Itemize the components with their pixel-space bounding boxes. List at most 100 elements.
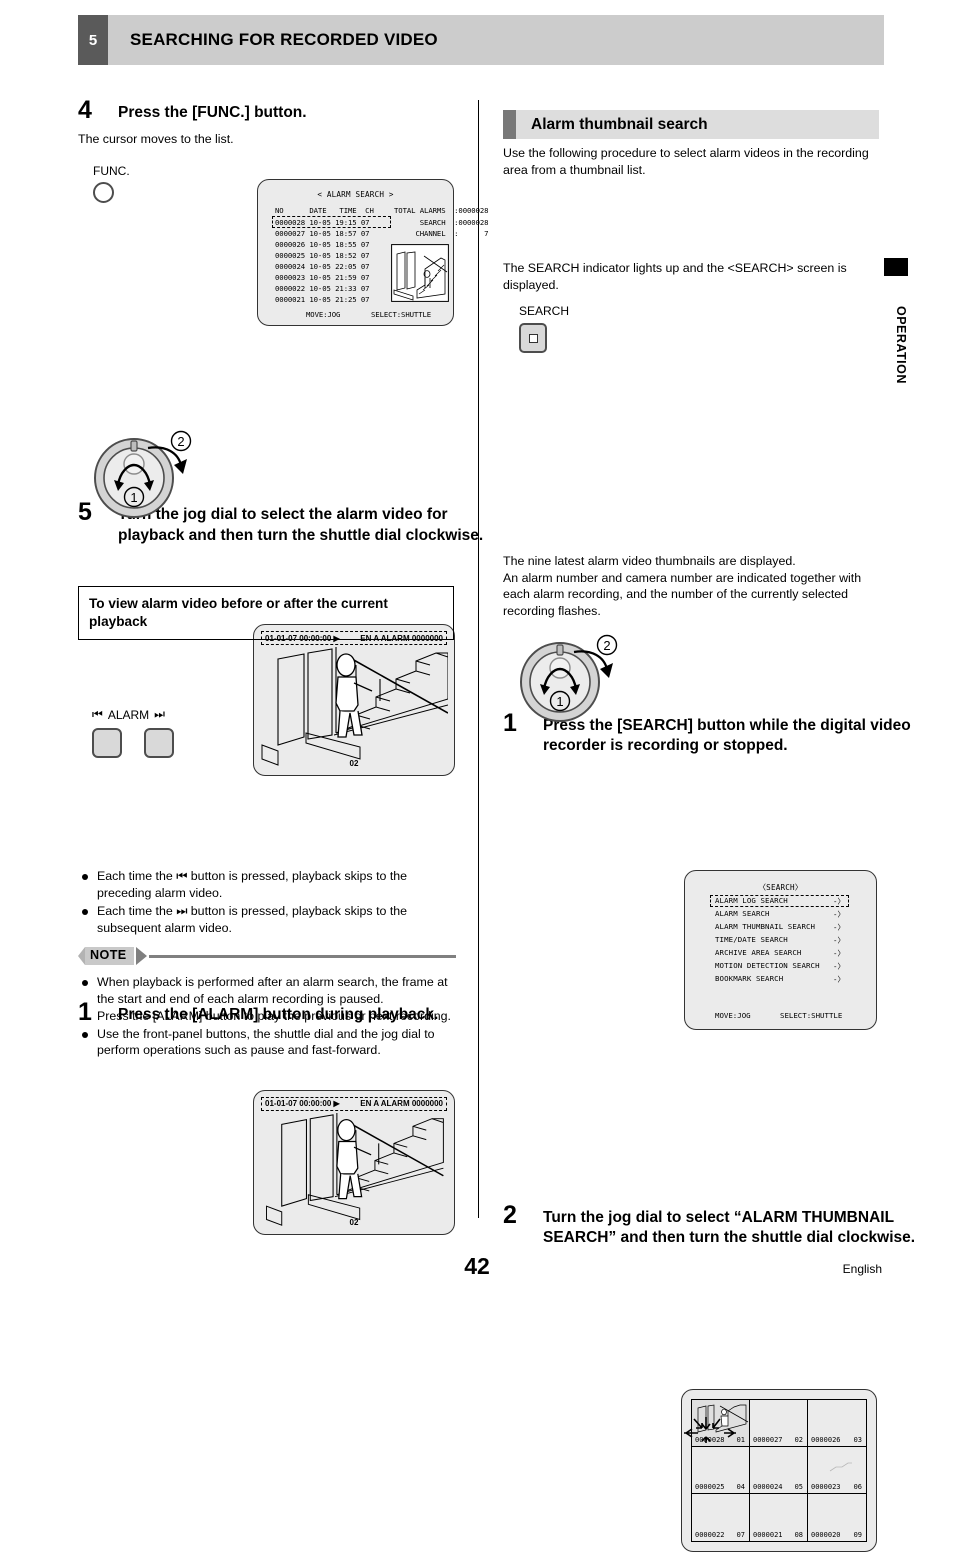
thumbnail-cell-selected[interactable]: 0000028 01 xyxy=(684,1399,750,1447)
osd-row[interactable]: 0000023 10-05 21:59 07 xyxy=(275,272,370,283)
thumbnail-grid-osd-screen: 0000028 01 0000027 02 0000026 03 0000025… xyxy=(681,1388,877,1552)
page-header: 5 SEARCHING FOR RECORDED VIDEO xyxy=(78,15,884,65)
func-button[interactable] xyxy=(93,182,114,203)
search-button-label: SEARCH xyxy=(519,304,570,318)
menu-arrow-icon: -〉 xyxy=(833,935,845,945)
osd-row[interactable]: 0000021 10-05 21:25 07 xyxy=(275,294,370,305)
thumbnail-cell[interactable]: 0000026 03 xyxy=(808,1400,866,1447)
thumbnail-cell[interactable]: 0000023 06 xyxy=(808,1447,866,1494)
note-right-arrow-icon xyxy=(135,947,147,965)
thumbnail-cell[interactable]: 0000022 07 xyxy=(692,1493,750,1541)
thumbnail-cell[interactable]: 0000025 04 xyxy=(692,1446,750,1494)
side-tab-marker xyxy=(884,258,908,276)
subsection-box: To view alarm video before or after the … xyxy=(78,586,454,641)
list-item: Use the front-panel buttons, the shuttle… xyxy=(78,1026,456,1060)
right-step-2: 2 Turn the jog dial to select “ALARM THU… xyxy=(503,1202,923,1249)
right-step-1-body: The SEARCH indicator lights up and the <… xyxy=(503,261,847,292)
osd-info-channel: CHANNEL : 7 xyxy=(394,229,489,239)
step-number: 1 xyxy=(503,708,517,737)
note-rule xyxy=(148,954,456,958)
thumbnail-camera-number: 09 xyxy=(853,1530,862,1539)
dial-marker-1: 1 xyxy=(556,694,563,709)
chapter-number-tab: 5 xyxy=(78,15,108,65)
thumbnail-cell[interactable]: 0000027 02 xyxy=(750,1399,808,1447)
menu-item-bookmark-search[interactable]: BOOKMARK SEARCH xyxy=(715,974,783,983)
step-number: 5 xyxy=(78,498,92,527)
section-title: Alarm thumbnail search xyxy=(531,115,708,133)
thumbnail-alarm-number: 0000022 xyxy=(695,1530,725,1539)
alarm-next-button[interactable] xyxy=(144,728,174,758)
alarm-prev-button[interactable] xyxy=(92,728,122,758)
dial-marker-2: 2 xyxy=(603,638,610,653)
faint-stairs-mark-icon xyxy=(829,1462,852,1471)
menu-item-alarm-thumbnail-search[interactable]: ALARM THUMBNAIL SEARCH xyxy=(715,922,815,931)
jog-shuttle-dial-illustration-right: 1 2 xyxy=(518,619,638,729)
list-item: Each time the ⏮ button is pressed, playb… xyxy=(78,868,456,902)
menu-arrow-icon: -〉 xyxy=(833,961,845,971)
osd-title: < ALARM SEARCH > xyxy=(317,190,394,200)
osd-info-search: SEARCH :0000028 xyxy=(394,218,489,228)
jog-shuttle-dial-illustration-left: 1 2 xyxy=(92,415,212,525)
alarm-buttons-label: ALARM xyxy=(107,707,150,722)
osd-row[interactable]: 0000025 10-05 18:52 07 xyxy=(275,250,370,261)
osd-row[interactable]: 0000026 10-05 18:55 07 xyxy=(275,239,370,250)
osd-row[interactable]: 0000027 10-05 18:57 07 xyxy=(275,228,370,239)
playback-timestamp: 01-01-07 00:00:00 ▶ xyxy=(265,1099,340,1109)
thumbnail-alarm-number: 0000020 xyxy=(811,1530,841,1539)
dial-marker-1: 1 xyxy=(130,490,137,505)
menu-item-time-date-search[interactable]: TIME/DATE SEARCH xyxy=(715,935,788,944)
thumbnail-grid: 0000028 01 0000027 02 0000026 03 0000025… xyxy=(684,1398,867,1542)
menu-arrow-icon: -〉 xyxy=(833,948,845,958)
osd-row[interactable]: 0000024 10-05 22:05 07 xyxy=(275,261,370,272)
thumbnail-camera-number: 01 xyxy=(736,1435,745,1444)
thumbnail-alarm-number: 0000026 xyxy=(811,1435,841,1444)
step-number: 4 xyxy=(78,96,92,124)
search-button[interactable] xyxy=(519,323,547,353)
menu-title: 〈SEARCH〉 xyxy=(758,882,803,892)
thumbnail-cell[interactable]: 0000020 09 xyxy=(808,1494,866,1541)
menu-arrow-icon: -〉 xyxy=(833,909,845,919)
column-divider xyxy=(478,100,479,1218)
playback-camera-number: 02 xyxy=(349,759,359,769)
osd-table-columns: NO DATE TIME CH xyxy=(275,206,374,216)
thumbnail-alarm-number: 0000024 xyxy=(753,1482,783,1491)
stairs-scene-illustration xyxy=(266,1112,444,1226)
menu-footer-select: SELECT:SHUTTLE xyxy=(780,1010,843,1020)
play-icon: ▶ xyxy=(333,1099,340,1109)
page-title-bar: SEARCHING FOR RECORDED VIDEO xyxy=(108,15,884,65)
search-button-group: SEARCH xyxy=(519,304,569,353)
func-button-group: FUNC. xyxy=(93,164,130,203)
right-step-2-body: The nine latest alarm video thumbnails a… xyxy=(503,554,862,619)
menu-item-alarm-search[interactable]: ALARM SEARCH xyxy=(715,909,770,918)
menu-arrow-icon: -〉 xyxy=(833,922,845,932)
step-title: Press the [FUNC.] button. xyxy=(118,104,307,121)
thumbnail-camera-number: 02 xyxy=(794,1435,803,1444)
list-item: Each time the ⏭ button is pressed, playb… xyxy=(78,903,456,937)
osd-info-total-alarms: TOTAL ALARMS :0000028 xyxy=(394,206,489,216)
osd-row[interactable]: 0000028 10-05 19:15 07 xyxy=(275,217,370,228)
search-menu-osd-screen: 〈SEARCH〉 ALARM LOG SEARCH -〉 ALARM SEARC… xyxy=(684,869,877,1030)
thumbnail-alarm-number: 0000021 xyxy=(753,1530,783,1539)
step-title: Turn the jog dial to select “ALARM THUMB… xyxy=(543,1208,916,1247)
playback-osd-bar: 01-01-07 00:00:00 ▶ EN A ALARM 0000000 xyxy=(261,1096,447,1111)
menu-item-motion-detection-search[interactable]: MOTION DETECTION SEARCH xyxy=(715,961,820,970)
menu-arrow-icon: -〉 xyxy=(833,974,845,984)
note-banner: NOTE xyxy=(78,947,456,965)
playback-camera-number: 02 xyxy=(349,1217,359,1227)
thumbnail-cell[interactable]: 0000024 05 xyxy=(750,1446,808,1494)
left-step-4-body: The cursor moves to the list. xyxy=(78,132,234,146)
thumbnail-cell[interactable]: 0000021 08 xyxy=(750,1493,808,1541)
skip-next-icon: ⏭ xyxy=(154,707,165,721)
playback-osd-screen-1: 01-01-07 00:00:00 ▶ EN A ALARM 0000000 0… xyxy=(253,624,455,777)
section-marker xyxy=(503,110,516,139)
thumbnail-alarm-number: 0000028 xyxy=(695,1435,725,1444)
osd-row[interactable]: 0000022 10-05 21:33 07 xyxy=(275,283,370,294)
right-intro-text: Use the following procedure to select al… xyxy=(503,146,869,177)
skip-prev-icon: ⏮ xyxy=(92,707,103,721)
note-section: NOTE When playback is performed after an… xyxy=(78,947,456,1060)
stairs-preview-illustration xyxy=(391,244,449,303)
menu-arrow-icon: -〉 xyxy=(833,896,845,906)
menu-item-archive-area-search[interactable]: ARCHIVE AREA SEARCH xyxy=(715,948,801,957)
menu-item-alarm-log-search[interactable]: ALARM LOG SEARCH xyxy=(715,896,788,905)
osd-footer-select: SELECT:SHUTTLE xyxy=(371,310,432,320)
